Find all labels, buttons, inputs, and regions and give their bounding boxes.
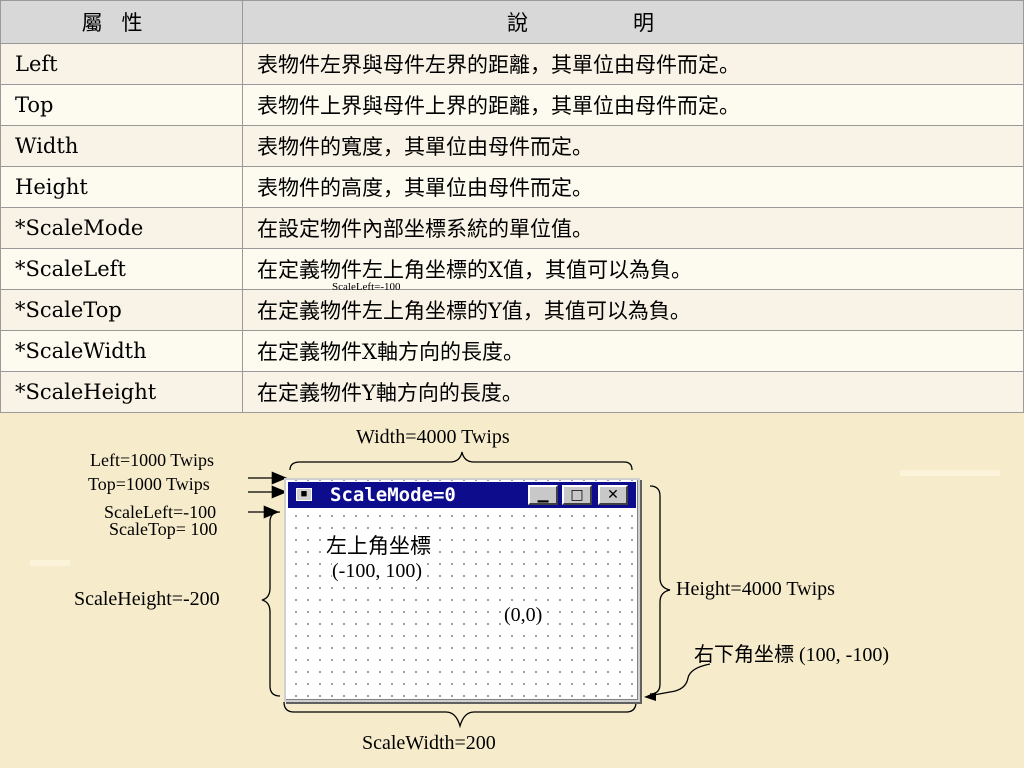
origin-label: (0,0) [504, 604, 543, 627]
scaletop-label: ScaleTop= 100 [109, 519, 218, 539]
scalewidth-label: ScaleWidth=200 [362, 732, 496, 754]
topleft-coord-title: 左上角坐標 [326, 530, 431, 560]
system-menu-icon: ■ [296, 488, 312, 501]
scalewidth-brace [283, 701, 637, 729]
width-label: Width=4000 Twips [356, 426, 510, 448]
width-brace [289, 451, 633, 471]
window-titlebar: ■ ScaleMode=0 ▁ □ ✕ [288, 482, 636, 508]
top-label: Top=1000 Twips [88, 474, 210, 494]
height-label: Height=4000 Twips [676, 578, 835, 600]
maximize-icon: □ [562, 485, 592, 505]
height-brace [649, 485, 671, 695]
scaleheight-brace [261, 511, 281, 697]
minimize-icon: ▁ [528, 485, 558, 505]
window-caption: ScaleMode=0 [330, 484, 456, 506]
topleft-coord-value: (-100, 100) [332, 560, 422, 583]
scalemode-window: ■ ScaleMode=0 ▁ □ ✕ [284, 478, 640, 702]
left-label: Left=1000 Twips [90, 450, 215, 470]
scaleheight-label: ScaleHeight=-200 [74, 588, 220, 610]
close-icon: ✕ [598, 485, 628, 505]
bottomright-label: 右下角坐標 (100, -100) [694, 644, 889, 666]
